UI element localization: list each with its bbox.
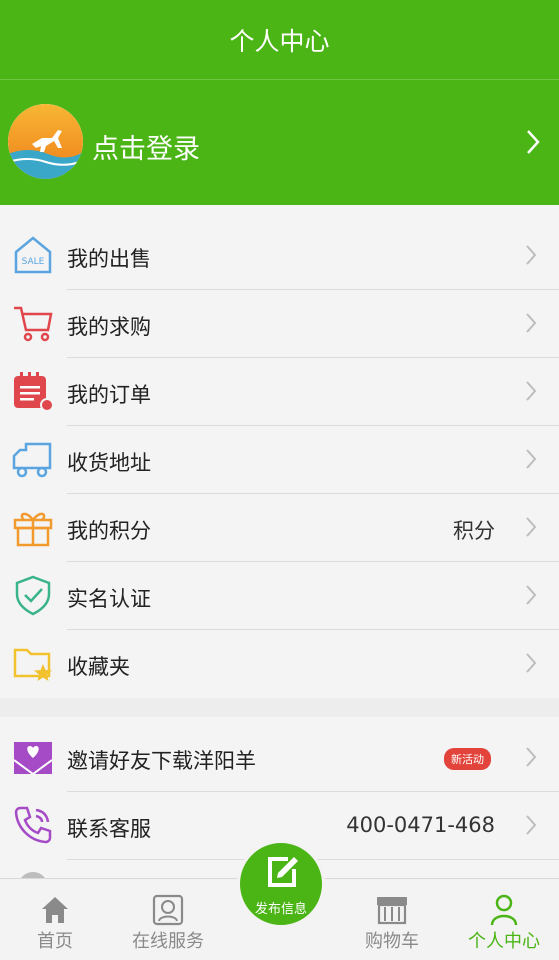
menu-item-label: 实名认证 — [67, 587, 151, 611]
svg-text:SALE: SALE — [22, 257, 45, 267]
tab-label: 在线服务 — [132, 931, 204, 952]
order-calendar-icon — [12, 370, 54, 412]
chevron-right-icon — [525, 516, 537, 542]
edit-icon — [264, 853, 300, 889]
shopping-cart-icon — [12, 302, 54, 344]
service-phone-number[interactable]: 400-0471-468 — [346, 813, 495, 837]
menu-list: SALE 我的出售 我的求购 我的订单 收货地址 我的积分 积分 实名认证 收藏… — [0, 205, 559, 698]
person-icon — [487, 893, 521, 927]
chevron-right-icon — [525, 312, 537, 338]
login-banner[interactable]: 点击登录 — [0, 80, 559, 205]
tab-online-service[interactable]: 在线服务 — [113, 879, 223, 960]
avatar[interactable] — [8, 104, 83, 179]
menu-item-invite-friends[interactable]: 邀请好友下载洋阳羊 新活动 — [0, 724, 559, 792]
tab-profile[interactable]: 个人中心 — [449, 879, 559, 960]
service-icon — [151, 893, 185, 927]
menu-item-label: 我的出售 — [67, 247, 151, 271]
points-value: 积分 — [453, 519, 495, 543]
tab-label: 个人中心 — [468, 931, 540, 952]
chevron-right-icon — [525, 814, 537, 840]
tab-cart[interactable]: 购物车 — [337, 879, 447, 960]
chevron-right-icon — [525, 244, 537, 270]
invite-heart-icon — [12, 736, 54, 778]
header-bar: 个人中心 — [0, 0, 559, 80]
menu-item-address[interactable]: 收货地址 — [0, 426, 559, 494]
phone-icon — [12, 804, 54, 846]
tab-label: 首页 — [37, 931, 73, 952]
publish-label: 发布信息 — [254, 902, 307, 917]
menu-item-my-orders[interactable]: 我的订单 — [0, 358, 559, 426]
menu-item-my-sales[interactable]: SALE 我的出售 — [0, 222, 559, 290]
menu-item-label: 联系客服 — [67, 817, 151, 841]
login-text[interactable]: 点击登录 — [92, 127, 200, 166]
folder-star-icon — [12, 642, 54, 684]
chevron-right-icon — [525, 652, 537, 678]
home-icon — [38, 893, 72, 927]
chevron-right-icon — [525, 380, 537, 406]
store-icon — [375, 893, 409, 927]
menu-item-label: 我的订单 — [67, 383, 151, 407]
gift-icon — [12, 506, 54, 548]
page-title: 个人中心 — [229, 27, 330, 56]
menu-item-label: 邀请好友下载洋阳羊 — [67, 749, 256, 773]
menu-item-label: 收货地址 — [67, 451, 151, 475]
chevron-right-icon — [525, 584, 537, 610]
chevron-right-icon — [525, 448, 537, 474]
shield-check-icon — [12, 574, 54, 616]
truck-icon — [12, 438, 54, 480]
menu-item-verification[interactable]: 实名认证 — [0, 562, 559, 630]
tab-label: 购物车 — [365, 931, 419, 952]
chevron-right-icon — [525, 746, 537, 772]
tab-home[interactable]: 首页 — [0, 879, 110, 960]
menu-item-favorites[interactable]: 收藏夹 — [0, 630, 559, 698]
menu-item-label: 我的求购 — [67, 315, 151, 339]
menu-item-points[interactable]: 我的积分 积分 — [0, 494, 559, 562]
menu-item-my-purchases[interactable]: 我的求购 — [0, 290, 559, 358]
menu-item-label: 收藏夹 — [67, 655, 130, 679]
new-activity-badge: 新活动 — [444, 748, 491, 770]
publish-button[interactable]: 发布信息 — [237, 840, 325, 928]
menu-item-label: 我的积分 — [67, 519, 151, 543]
chevron-right-icon — [525, 128, 541, 160]
sale-house-icon: SALE — [12, 234, 54, 276]
